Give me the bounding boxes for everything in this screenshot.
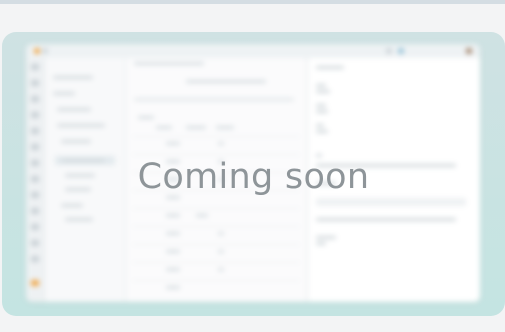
toolbar-icon xyxy=(398,48,404,54)
toolbar-icon xyxy=(386,48,392,54)
avatar xyxy=(466,48,472,54)
orange-square-icon xyxy=(34,48,40,54)
top-divider-strip xyxy=(0,0,505,4)
coming-soon-message: Coming soon xyxy=(137,157,370,197)
window-titlebar xyxy=(26,44,480,59)
tab-icon xyxy=(42,48,48,54)
coming-soon-card: Coming soon xyxy=(2,32,505,316)
